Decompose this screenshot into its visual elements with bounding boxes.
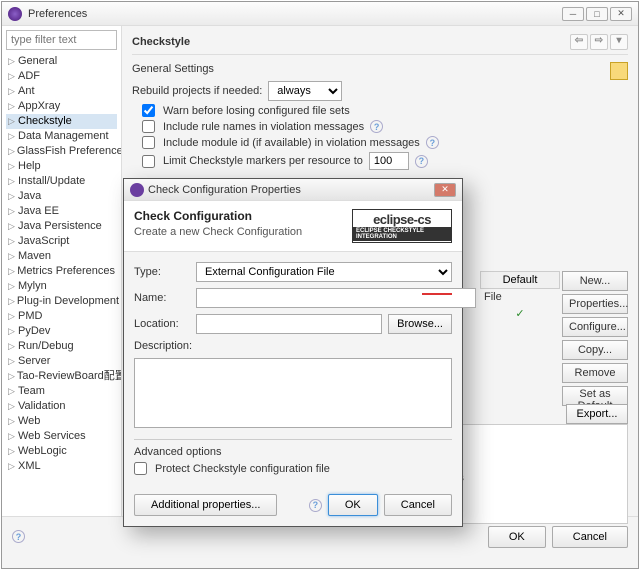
protect-label: Protect Checkstyle configuration file (155, 463, 330, 475)
dialog-close-button[interactable]: ✕ (434, 183, 456, 197)
properties-button[interactable]: Properties... (562, 294, 628, 314)
rebuild-select[interactable]: always (268, 81, 342, 101)
check-cell: ✓ (480, 305, 560, 322)
tree-item[interactable]: ▷JavaScript (6, 234, 117, 249)
additional-props-button[interactable]: Additional properties... (134, 494, 277, 516)
tree-item[interactable]: ▷Java EE (6, 204, 117, 219)
dialog-subheading: Create a new Check Configuration (134, 226, 352, 238)
export-button[interactable]: Export... (566, 404, 628, 424)
filter-input[interactable] (6, 30, 117, 50)
tree-item[interactable]: ▷Checkstyle (6, 114, 117, 129)
check-config-dialog: Check Configuration Properties ✕ Check C… (123, 178, 463, 527)
nav-fwd-button[interactable]: ⇨ (590, 34, 608, 50)
desc-label: Description: (134, 340, 190, 352)
tree-item[interactable]: ▷XML (6, 459, 117, 474)
rebuild-label: Rebuild projects if needed: (132, 85, 262, 97)
app-icon (8, 7, 22, 21)
tree-item[interactable]: ▷Plug-in Development (6, 294, 117, 309)
dialog-title: Check Configuration Properties (148, 184, 434, 196)
tree-item[interactable]: ▷Web (6, 414, 117, 429)
close-button[interactable]: ✕ (610, 7, 632, 21)
dialog-icon (130, 183, 144, 197)
name-input[interactable] (196, 288, 476, 308)
config-table: Default File ✓ (480, 271, 560, 322)
tree: ▷General▷ADF▷Ant▷AppXray▷Checkstyle▷Data… (6, 54, 117, 474)
tree-item[interactable]: ▷Tao-ReviewBoard配置 (6, 369, 117, 384)
browse-button[interactable]: Browse... (388, 314, 452, 334)
name-label: Name: (134, 292, 190, 304)
warn-label: Warn before losing configured file sets (163, 105, 350, 117)
copy-button[interactable]: Copy... (562, 340, 628, 360)
include-rule-checkbox[interactable] (142, 120, 155, 133)
decorator-icon (610, 62, 628, 80)
help-button[interactable]: ? (12, 530, 25, 543)
tree-item[interactable]: ▷GlassFish Preferences (6, 144, 117, 159)
tree-item[interactable]: ▷PMD (6, 309, 117, 324)
remove-button[interactable]: Remove (562, 363, 628, 383)
tree-item[interactable]: ▷Mylyn (6, 279, 117, 294)
preferences-window: Preferences ─ □ ✕ ▷General▷ADF▷Ant▷AppXr… (1, 1, 639, 569)
cancel-button[interactable]: Cancel (552, 526, 628, 548)
new-button[interactable]: New... (562, 271, 628, 291)
ok-button[interactable]: OK (488, 526, 546, 548)
tree-item[interactable]: ▷Ant (6, 84, 117, 99)
tree-item[interactable]: ▷PyDev (6, 324, 117, 339)
dialog-heading: Check Configuration (134, 209, 352, 223)
help-icon[interactable]: ? (426, 136, 439, 149)
window-title: Preferences (28, 8, 562, 20)
tree-item[interactable]: ▷Maven (6, 249, 117, 264)
help-icon[interactable]: ? (370, 120, 383, 133)
include-module-label: Include module id (if available) in viol… (163, 137, 420, 149)
maximize-button[interactable]: □ (586, 7, 608, 21)
tree-item[interactable]: ▷Help (6, 159, 117, 174)
limit-input[interactable] (369, 152, 409, 170)
titlebar: Preferences ─ □ ✕ (2, 2, 638, 26)
type-label: Type: (134, 266, 190, 278)
dialog-ok-button[interactable]: OK (328, 494, 378, 516)
tree-item[interactable]: ▷AppXray (6, 99, 117, 114)
dialog-cancel-button[interactable]: Cancel (384, 494, 452, 516)
tree-item[interactable]: ▷Server (6, 354, 117, 369)
tree-item[interactable]: ▷WebLogic (6, 444, 117, 459)
limit-label: Limit Checkstyle markers per resource to (163, 155, 363, 167)
tree-item[interactable]: ▷Run/Debug (6, 339, 117, 354)
tree-item[interactable]: ▷Java (6, 189, 117, 204)
page-title: Checkstyle (132, 36, 190, 48)
tree-item[interactable]: ▷General (6, 54, 117, 69)
help-icon[interactable]: ? (415, 155, 428, 168)
dialog-help-button[interactable]: ? (309, 499, 322, 512)
tree-item[interactable]: ▷Web Services (6, 429, 117, 444)
tree-item[interactable]: ▷Validation (6, 399, 117, 414)
protect-checkbox[interactable] (134, 462, 147, 475)
nav-menu-button[interactable]: ▾ (610, 34, 628, 50)
set-default-button[interactable]: Set as Default (562, 386, 628, 406)
sidebar: ▷General▷ADF▷Ant▷AppXray▷Checkstyle▷Data… (2, 26, 122, 516)
type-select[interactable]: External Configuration File (196, 262, 452, 282)
advanced-label: Advanced options (134, 446, 452, 458)
limit-checkbox[interactable] (142, 155, 155, 168)
location-label: Location: (134, 318, 190, 330)
tree-item[interactable]: ▷Java Persistence (6, 219, 117, 234)
include-rule-label: Include rule names in violation messages (163, 121, 364, 133)
description-textarea[interactable] (134, 358, 452, 428)
minimize-button[interactable]: ─ (562, 7, 584, 21)
tree-item[interactable]: ▷ADF (6, 69, 117, 84)
tree-item[interactable]: ▷Team (6, 384, 117, 399)
location-input[interactable] (196, 314, 382, 334)
include-module-checkbox[interactable] (142, 136, 155, 149)
tree-item[interactable]: ▷Data Management (6, 129, 117, 144)
tree-item[interactable]: ▷Metrics Preferences (6, 264, 117, 279)
general-settings-label: General Settings (132, 63, 628, 75)
tree-item[interactable]: ▷Install/Update (6, 174, 117, 189)
nav-back-button[interactable]: ⇦ (570, 34, 588, 50)
configure-button[interactable]: Configure... (562, 317, 628, 337)
eclipse-cs-logo: eclipse-cs ECLIPSE CHECKSTYLE INTEGRATIO… (352, 209, 452, 243)
col-default: Default (480, 271, 560, 289)
file-cell: File (480, 289, 560, 305)
warn-checkbox[interactable] (142, 104, 155, 117)
